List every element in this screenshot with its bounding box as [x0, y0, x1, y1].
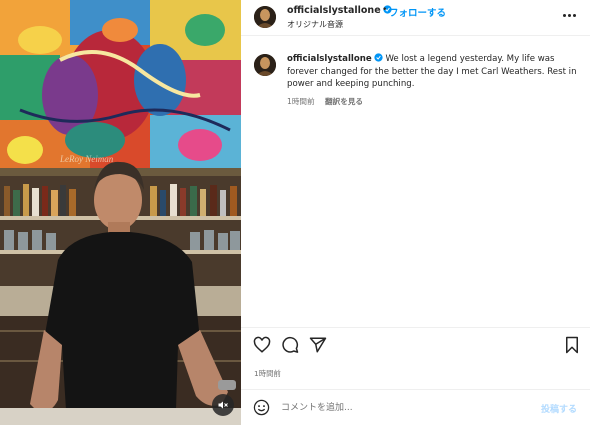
caption-username[interactable]: officialslystallone [287, 54, 372, 64]
caption-avatar[interactable] [254, 54, 276, 76]
verified-badge-icon [374, 53, 383, 62]
emoji-icon[interactable] [253, 399, 270, 416]
post-timestamp: 1時間前 [254, 369, 281, 378]
header-username-text: officialslystallone [287, 5, 381, 16]
avatar[interactable] [254, 6, 276, 28]
post-comment-button[interactable]: 投稿する [541, 402, 577, 415]
post-panel: officialslystallone • フォローする オリジナル音源 off… [241, 0, 590, 425]
see-translation-button[interactable]: 翻訳を見る [325, 97, 363, 106]
comment-input[interactable] [281, 399, 521, 417]
mute-toggle-button[interactable] [212, 394, 234, 416]
video-frame: LeRoy Neiman [0, 0, 241, 425]
header-separator: • [382, 5, 388, 15]
more-options-icon [563, 13, 566, 17]
caption-time: 1時間前 [287, 97, 315, 106]
avatar-image [254, 6, 276, 28]
bookmark-icon[interactable] [564, 336, 580, 354]
audio-label[interactable]: オリジナル音源 [287, 19, 343, 30]
action-bar [241, 336, 590, 358]
more-options-icon-dot [573, 13, 576, 17]
caption-meta: 1時間前 翻訳を見る [287, 96, 363, 107]
mute-icon [218, 401, 228, 409]
follow-button[interactable]: フォローする [389, 5, 446, 19]
post-header: officialslystallone • フォローする オリジナル音源 [241, 0, 590, 36]
caption-text: officialslystallone We lost a legend yes… [287, 53, 577, 91]
header-username[interactable]: officialslystallone [287, 5, 392, 16]
post-media-video[interactable]: LeRoy Neiman [0, 0, 241, 425]
caption-area: officialslystallone We lost a legend yes… [241, 36, 590, 328]
svg-text:LeRoy Neiman: LeRoy Neiman [59, 154, 114, 164]
heart-icon[interactable] [253, 336, 271, 354]
avatar-image [254, 54, 276, 76]
more-options-button[interactable] [563, 9, 579, 21]
comment-icon[interactable] [281, 336, 299, 354]
more-options-icon-dot [568, 13, 571, 17]
comment-bar: 投稿する [241, 389, 590, 425]
share-icon[interactable] [309, 336, 327, 354]
